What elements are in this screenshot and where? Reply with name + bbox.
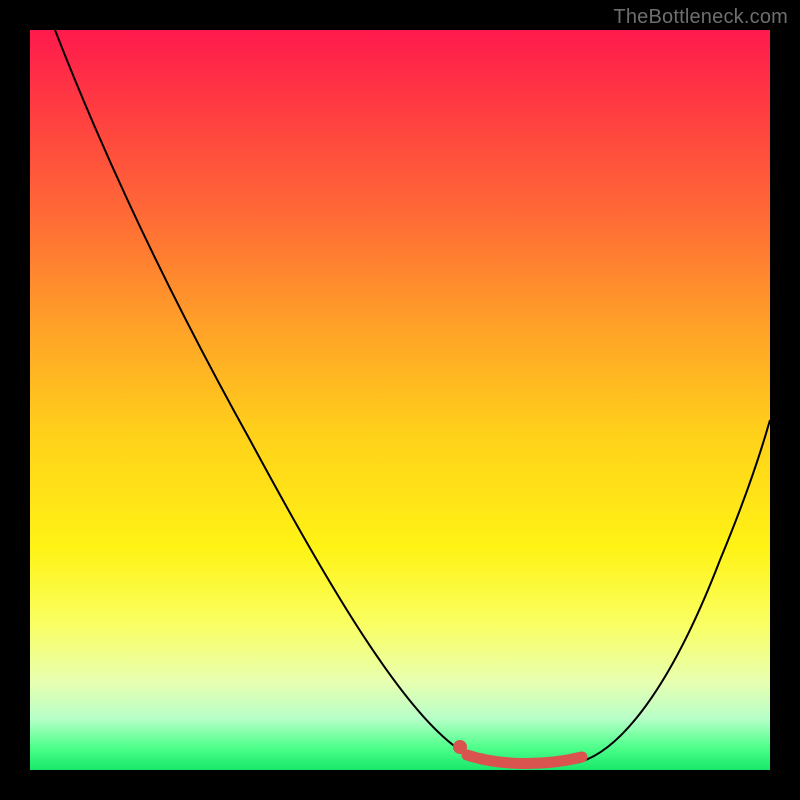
chart-frame: TheBottleneck.com	[0, 0, 800, 800]
watermark-text: TheBottleneck.com	[613, 6, 788, 29]
chart-svg	[0, 0, 800, 800]
bottleneck-curve	[55, 30, 770, 766]
highlight-range	[467, 755, 582, 764]
